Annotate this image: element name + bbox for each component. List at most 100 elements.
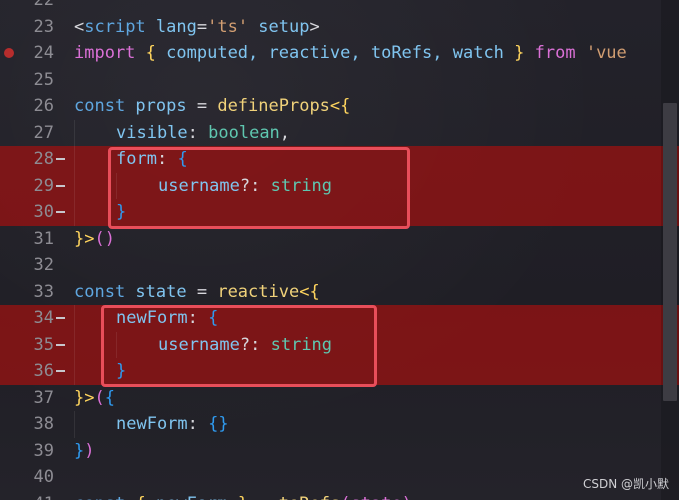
indent-guide bbox=[74, 331, 75, 358]
watermark: CSDN @凯小默 bbox=[582, 477, 669, 491]
code-token: , bbox=[279, 122, 291, 143]
code-text: newForm: {} bbox=[116, 414, 229, 434]
code-token: <{ bbox=[299, 281, 320, 302]
code-token: }> bbox=[74, 387, 95, 408]
indent-guide bbox=[74, 358, 75, 385]
code-line[interactable]: 25 bbox=[0, 67, 679, 94]
line-number[interactable]: 26 bbox=[0, 96, 54, 116]
code-text: const { newForm } = toRefs(state) bbox=[74, 494, 412, 500]
code-token: <{ bbox=[329, 96, 351, 117]
code-line[interactable]: 37 }>({ bbox=[0, 385, 679, 412]
code-text: const props = defineProps<{ bbox=[74, 96, 350, 116]
line-number[interactable]: 31 bbox=[0, 229, 54, 249]
code-token: }> bbox=[74, 228, 95, 249]
code-token: import bbox=[74, 43, 136, 64]
line-number[interactable]: 38 bbox=[0, 414, 54, 434]
code-token: = bbox=[196, 281, 218, 302]
code-token: from bbox=[524, 43, 586, 64]
code-line[interactable]: 41 const { newForm } = toRefs(state) bbox=[0, 491, 679, 500]
code-text: const state = reactive<{ bbox=[74, 282, 320, 302]
code-token: 'vue bbox=[585, 43, 627, 64]
annotation-box-newform bbox=[101, 305, 377, 387]
line-number[interactable]: 28 bbox=[0, 149, 54, 169]
code-token: ( bbox=[94, 387, 105, 408]
code-token: = bbox=[248, 494, 279, 500]
code-text: }>() bbox=[74, 229, 115, 249]
code-editor[interactable]: 22 23 <script lang='ts' setup> 24 import { c… bbox=[0, 0, 679, 500]
code-token: { bbox=[145, 43, 156, 64]
scrollbar-thumb[interactable] bbox=[663, 103, 677, 401]
code-token: () bbox=[94, 228, 115, 249]
code-token: script bbox=[84, 16, 146, 37]
line-number[interactable]: 34 bbox=[0, 308, 54, 328]
code-token: lang bbox=[145, 16, 197, 37]
code-token: boolean bbox=[208, 122, 280, 143]
code-token: const bbox=[74, 281, 126, 302]
code-token: { bbox=[104, 387, 115, 408]
code-token: state bbox=[125, 281, 197, 302]
line-number[interactable]: 40 bbox=[0, 467, 54, 487]
code-token: 'ts' bbox=[207, 16, 249, 37]
line-number[interactable]: 35 bbox=[0, 335, 54, 355]
code-text: }>({ bbox=[74, 388, 115, 408]
diff-removed-icon bbox=[56, 211, 65, 213]
code-text: }) bbox=[74, 441, 95, 461]
code-token: toRefs bbox=[279, 494, 340, 500]
line-number[interactable]: 25 bbox=[0, 70, 54, 90]
code-line[interactable]: 22 bbox=[0, 0, 679, 14]
line-number[interactable]: 23 bbox=[0, 17, 54, 37]
code-line[interactable]: 38 newForm: {} bbox=[0, 411, 679, 438]
line-number[interactable]: 32 bbox=[0, 255, 54, 275]
code-line[interactable]: 31 }>() bbox=[0, 226, 679, 253]
code-token: props bbox=[125, 96, 197, 117]
code-token: const bbox=[74, 494, 125, 500]
code-token: > bbox=[309, 16, 320, 37]
code-line[interactable]: 40 bbox=[0, 464, 679, 491]
line-number[interactable]: 41 bbox=[0, 494, 54, 500]
code-token: visible bbox=[116, 122, 188, 143]
indent-guide bbox=[74, 146, 75, 173]
diff-removed-icon bbox=[56, 317, 65, 319]
code-token: ) bbox=[84, 440, 95, 461]
line-number[interactable]: 27 bbox=[0, 123, 54, 143]
code-line[interactable]: 39}) bbox=[0, 438, 679, 465]
vertical-scrollbar[interactable] bbox=[661, 0, 679, 500]
code-token: < bbox=[74, 16, 85, 37]
diff-removed-icon bbox=[56, 184, 65, 187]
diff-removed-icon bbox=[56, 370, 65, 372]
code-line[interactable]: 33 const state = reactive<{ bbox=[0, 279, 679, 306]
indent-guide bbox=[74, 411, 75, 438]
breakpoint-icon[interactable] bbox=[4, 48, 14, 58]
code-token: = bbox=[196, 96, 218, 117]
code-token: } bbox=[74, 440, 85, 461]
indent-guide bbox=[74, 172, 75, 199]
code-token: reactive bbox=[217, 281, 300, 302]
code-line[interactable]: 23 <script lang='ts' setup> bbox=[0, 14, 679, 41]
code-line[interactable]: 32 bbox=[0, 252, 679, 279]
line-number[interactable]: 30 bbox=[0, 202, 54, 222]
line-number[interactable]: 39 bbox=[0, 441, 54, 461]
code-token: setup bbox=[248, 16, 310, 37]
line-number[interactable]: 36 bbox=[0, 361, 54, 381]
code-token: {} bbox=[208, 414, 229, 435]
line-number[interactable]: 37 bbox=[0, 388, 54, 408]
code-token: } bbox=[238, 494, 248, 500]
code-text: visible: boolean, bbox=[116, 123, 290, 143]
code-token: const bbox=[74, 96, 126, 117]
code-token: = bbox=[196, 16, 208, 37]
indent-guide bbox=[74, 305, 75, 332]
indent-guide bbox=[74, 199, 75, 226]
code-token: : bbox=[187, 122, 209, 143]
code-token: { bbox=[135, 494, 145, 500]
code-text: import { computed, reactive, toRefs, wat… bbox=[74, 43, 627, 63]
code-line[interactable]: 27 visible: boolean, bbox=[0, 119, 679, 146]
line-number[interactable]: 22 bbox=[0, 0, 54, 10]
code-line[interactable]: 24 import { computed, reactive, toRefs, w… bbox=[0, 40, 679, 67]
code-token: (state) bbox=[340, 494, 412, 500]
code-token: } bbox=[514, 43, 525, 64]
line-number[interactable]: 29 bbox=[0, 176, 54, 196]
code-text: <script lang='ts' setup> bbox=[74, 17, 320, 37]
code-line[interactable]: 26 const props = defineProps<{ bbox=[0, 93, 679, 120]
line-number[interactable]: 33 bbox=[0, 282, 54, 302]
